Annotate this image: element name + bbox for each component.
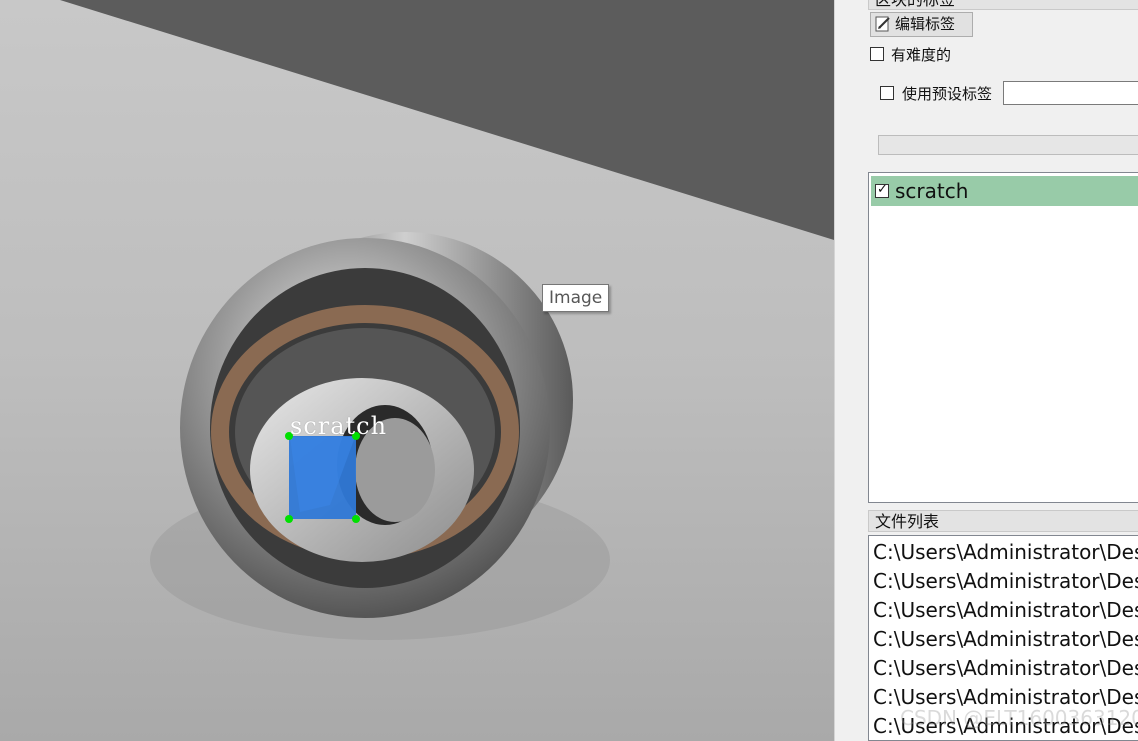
- tooltip: Image: [542, 284, 610, 312]
- difficult-label: 有难度的: [891, 46, 952, 64]
- file-list-item[interactable]: C:\Users\Administrator\Desk: [873, 569, 1138, 593]
- file-list-item[interactable]: C:\Users\Administrator\Desk: [873, 656, 1138, 680]
- watermark: CSDN @ELT16003631200: [900, 706, 1138, 730]
- shape-label: scratch: [290, 412, 388, 440]
- progress-bar: [878, 135, 1138, 155]
- image-canvas[interactable]: scratch Image: [0, 0, 834, 741]
- label-list-item[interactable]: scratch: [871, 176, 1138, 206]
- use-preset-label: 使用预设标签: [902, 85, 993, 103]
- difficult-checkbox[interactable]: [870, 47, 884, 61]
- file-list-title: 文件列表: [868, 510, 1138, 532]
- file-list-item[interactable]: C:\Users\Administrator\Desk: [873, 540, 1138, 564]
- edit-label-button[interactable]: 编辑标签: [870, 12, 973, 37]
- edit-icon: [875, 16, 890, 32]
- label-list[interactable]: scratch: [868, 172, 1138, 503]
- bearing-image: [0, 0, 834, 741]
- edit-label-button-text: 编辑标签: [895, 15, 956, 33]
- use-preset-checkbox[interactable]: [880, 86, 894, 100]
- right-dock: 区块的标签 编辑标签 有难度的 使用预设标签 scratch 文件列表 C:\U…: [864, 0, 1138, 741]
- file-list-item[interactable]: C:\Users\Administrator\Desk: [873, 627, 1138, 651]
- label-item-text: scratch: [895, 179, 969, 203]
- label-dock-title: 区块的标签: [868, 0, 1138, 10]
- label-item-checkbox[interactable]: [875, 182, 889, 198]
- dock-splitter[interactable]: [834, 0, 865, 741]
- file-list-item[interactable]: C:\Users\Administrator\Desk: [873, 598, 1138, 622]
- preset-label-input[interactable]: [1003, 81, 1138, 105]
